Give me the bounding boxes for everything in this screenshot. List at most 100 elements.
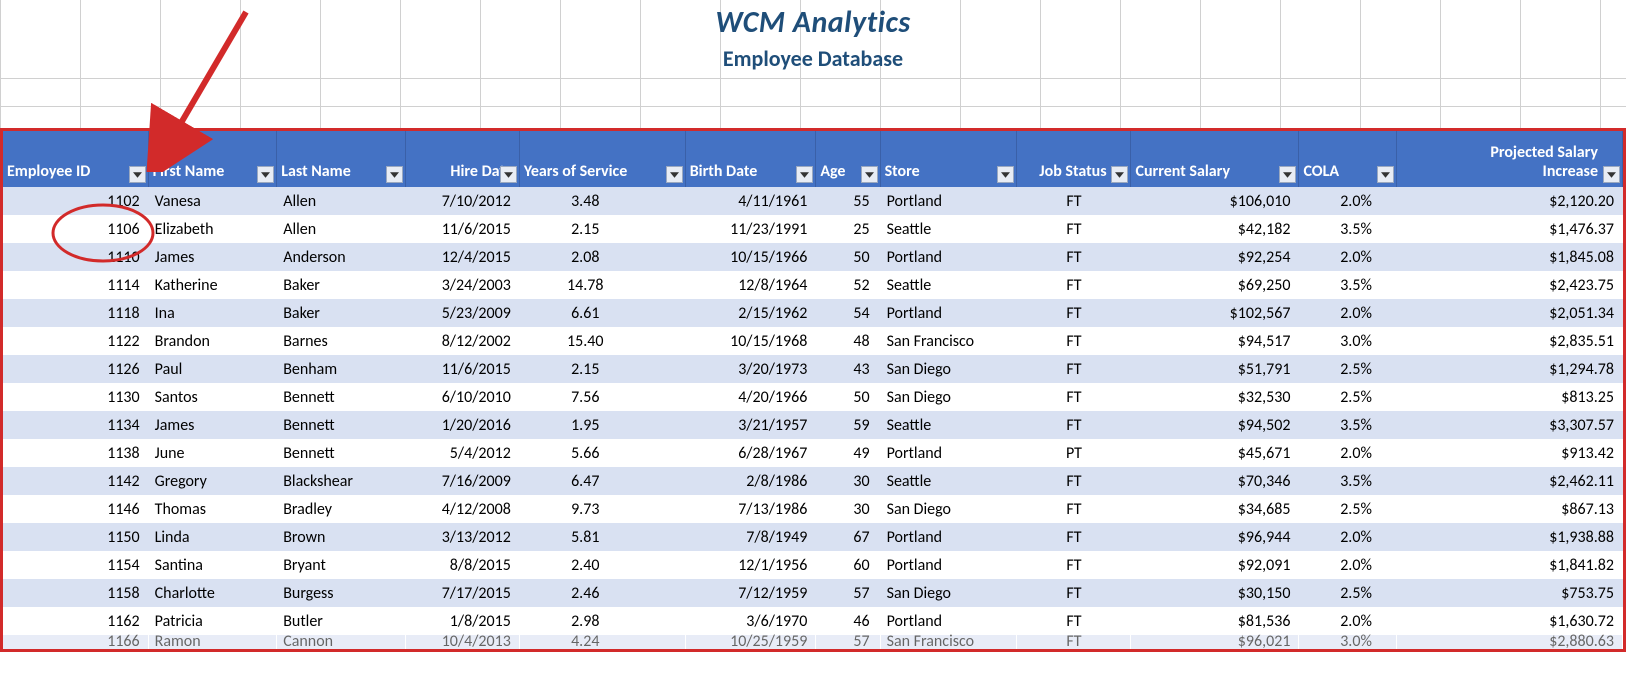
table-row[interactable]: 1166RamonCannon10/4/20134.2410/25/195957… (3, 635, 1623, 649)
cell-cola[interactable]: 3.5% (1299, 411, 1396, 439)
table-row[interactable]: 1138JuneBennett5/4/20125.666/28/196749Po… (3, 439, 1623, 467)
cell-store[interactable]: San Diego (880, 355, 1017, 383)
filter-dropdown-icon[interactable] (129, 166, 146, 183)
cell-age[interactable]: 50 (816, 243, 880, 271)
cell-yos[interactable]: 2.15 (519, 215, 685, 243)
cell-hire[interactable]: 1/20/2016 (405, 411, 519, 439)
cell-status[interactable]: FT (1017, 215, 1131, 243)
cell-birth[interactable]: 2/8/1986 (685, 467, 816, 495)
cell-id[interactable]: 1102 (3, 187, 148, 215)
cell-birth[interactable]: 12/8/1964 (685, 271, 816, 299)
filter-dropdown-icon[interactable] (386, 166, 403, 183)
cell-store[interactable]: Portland (880, 243, 1017, 271)
cell-first[interactable]: Gregory (148, 467, 277, 495)
cell-hire[interactable]: 6/10/2010 (405, 383, 519, 411)
cell-status[interactable]: FT (1017, 635, 1131, 649)
cell-birth[interactable]: 4/11/1961 (685, 187, 816, 215)
cell-salary[interactable]: $45,671 (1131, 439, 1299, 467)
cell-salary[interactable]: $96,021 (1131, 635, 1299, 649)
cell-hire[interactable]: 8/12/2002 (405, 327, 519, 355)
cell-first[interactable]: Ina (148, 299, 277, 327)
col-header-last-name[interactable]: Last Name (277, 131, 406, 187)
cell-cola[interactable]: 2.0% (1299, 243, 1396, 271)
cell-age[interactable]: 60 (816, 551, 880, 579)
cell-salary[interactable]: $92,254 (1131, 243, 1299, 271)
cell-inc[interactable]: $2,835.51 (1396, 327, 1622, 355)
cell-hire[interactable]: 5/4/2012 (405, 439, 519, 467)
cell-last[interactable]: Baker (277, 271, 406, 299)
cell-last[interactable]: Bennett (277, 411, 406, 439)
cell-id[interactable]: 1166 (3, 635, 148, 649)
cell-id[interactable]: 1158 (3, 579, 148, 607)
cell-status[interactable]: FT (1017, 299, 1131, 327)
cell-last[interactable]: Bryant (277, 551, 406, 579)
cell-age[interactable]: 48 (816, 327, 880, 355)
cell-first[interactable]: Santos (148, 383, 277, 411)
table-row[interactable]: 1134JamesBennett1/20/20161.953/21/195759… (3, 411, 1623, 439)
cell-first[interactable]: Paul (148, 355, 277, 383)
cell-yos[interactable]: 5.66 (519, 439, 685, 467)
cell-cola[interactable]: 3.5% (1299, 467, 1396, 495)
cell-age[interactable]: 30 (816, 495, 880, 523)
cell-status[interactable]: FT (1017, 467, 1131, 495)
col-header-years-of-service[interactable]: Years of Service (519, 131, 685, 187)
cell-id[interactable]: 1118 (3, 299, 148, 327)
cell-cola[interactable]: 3.0% (1299, 327, 1396, 355)
cell-cola[interactable]: 3.0% (1299, 635, 1396, 649)
cell-age[interactable]: 57 (816, 635, 880, 649)
cell-store[interactable]: Portland (880, 551, 1017, 579)
cell-status[interactable]: FT (1017, 607, 1131, 635)
cell-hire[interactable]: 7/16/2009 (405, 467, 519, 495)
cell-age[interactable]: 30 (816, 467, 880, 495)
cell-birth[interactable]: 3/6/1970 (685, 607, 816, 635)
cell-last[interactable]: Allen (277, 215, 406, 243)
cell-first[interactable]: Ramon (148, 635, 277, 649)
cell-inc[interactable]: $913.42 (1396, 439, 1622, 467)
cell-yos[interactable]: 7.56 (519, 383, 685, 411)
table-row[interactable]: 1114KatherineBaker3/24/200314.7812/8/196… (3, 271, 1623, 299)
cell-salary[interactable]: $34,685 (1131, 495, 1299, 523)
cell-age[interactable]: 54 (816, 299, 880, 327)
cell-first[interactable]: Vanesa (148, 187, 277, 215)
cell-cola[interactable]: 2.5% (1299, 495, 1396, 523)
cell-salary[interactable]: $102,567 (1131, 299, 1299, 327)
cell-salary[interactable]: $81,536 (1131, 607, 1299, 635)
table-row[interactable]: 1118InaBaker5/23/20096.612/15/196254Port… (3, 299, 1623, 327)
cell-inc[interactable]: $1,938.88 (1396, 523, 1622, 551)
cell-first[interactable]: Linda (148, 523, 277, 551)
table-row[interactable]: 1110JamesAnderson12/4/20152.0810/15/1966… (3, 243, 1623, 271)
cell-cola[interactable]: 3.5% (1299, 271, 1396, 299)
cell-salary[interactable]: $51,791 (1131, 355, 1299, 383)
cell-hire[interactable]: 12/4/2015 (405, 243, 519, 271)
cell-first[interactable]: James (148, 243, 277, 271)
col-header-projected-salary-increase[interactable]: Projected SalaryIncrease (1396, 131, 1622, 187)
cell-last[interactable]: Allen (277, 187, 406, 215)
cell-salary[interactable]: $96,944 (1131, 523, 1299, 551)
cell-age[interactable]: 43 (816, 355, 880, 383)
cell-salary[interactable]: $94,502 (1131, 411, 1299, 439)
cell-store[interactable]: San Diego (880, 579, 1017, 607)
cell-salary[interactable]: $69,250 (1131, 271, 1299, 299)
cell-birth[interactable]: 2/15/1962 (685, 299, 816, 327)
cell-status[interactable]: FT (1017, 243, 1131, 271)
cell-first[interactable]: Elizabeth (148, 215, 277, 243)
cell-hire[interactable]: 7/10/2012 (405, 187, 519, 215)
cell-status[interactable]: FT (1017, 187, 1131, 215)
col-header-first-name[interactable]: First Name (148, 131, 277, 187)
cell-salary[interactable]: $106,010 (1131, 187, 1299, 215)
cell-salary[interactable]: $92,091 (1131, 551, 1299, 579)
cell-yos[interactable]: 14.78 (519, 271, 685, 299)
cell-last[interactable]: Benham (277, 355, 406, 383)
cell-inc[interactable]: $3,307.57 (1396, 411, 1622, 439)
cell-status[interactable]: FT (1017, 411, 1131, 439)
cell-salary[interactable]: $70,346 (1131, 467, 1299, 495)
cell-birth[interactable]: 10/15/1966 (685, 243, 816, 271)
cell-inc[interactable]: $2,051.34 (1396, 299, 1622, 327)
cell-yos[interactable]: 2.46 (519, 579, 685, 607)
cell-birth[interactable]: 12/1/1956 (685, 551, 816, 579)
col-header-cola[interactable]: COLA (1299, 131, 1396, 187)
filter-dropdown-icon[interactable] (257, 166, 274, 183)
cell-age[interactable]: 55 (816, 187, 880, 215)
cell-salary[interactable]: $32,530 (1131, 383, 1299, 411)
cell-store[interactable]: Seattle (880, 271, 1017, 299)
